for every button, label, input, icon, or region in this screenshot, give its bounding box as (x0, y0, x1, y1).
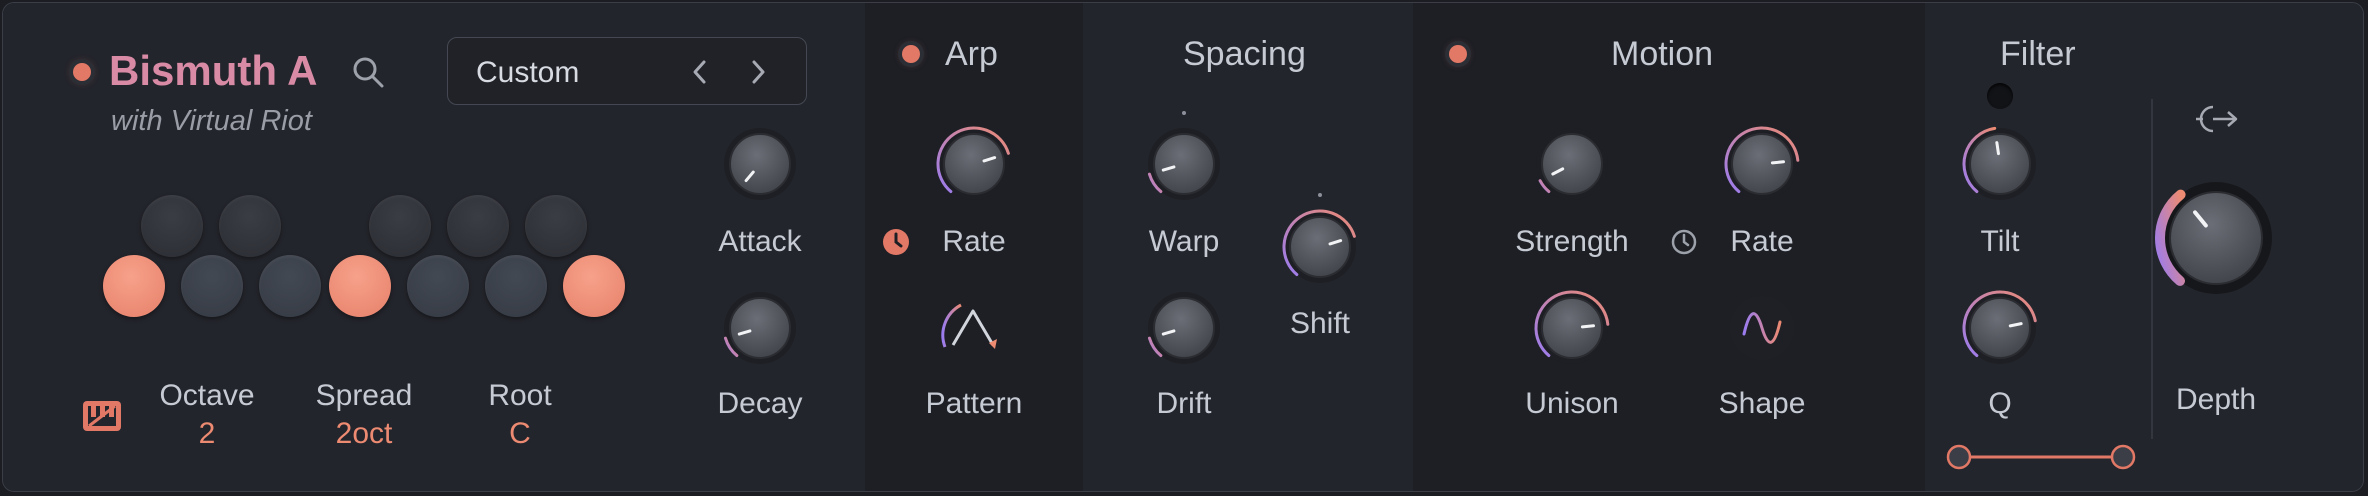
motion-panel: Motion Strength Rate Unison Shape (1413, 3, 1925, 491)
center-tick (1318, 193, 1322, 197)
octave-value[interactable]: 2 (199, 417, 216, 451)
key-dot[interactable] (563, 255, 625, 317)
motion-power-led[interactable] (1449, 45, 1467, 63)
decay-label: Decay (717, 387, 803, 420)
motion-rate-label: Rate (1730, 225, 1794, 258)
strength-knob[interactable] (1532, 124, 1612, 204)
shift-label: Shift (1289, 307, 1351, 340)
q-label: Q (1988, 387, 2012, 420)
key-dot[interactable] (525, 195, 587, 257)
spacing-title: Spacing (1183, 35, 1306, 73)
shift-knob[interactable] (1280, 207, 1360, 287)
key-dot[interactable] (181, 255, 243, 317)
root-label: Root (488, 379, 552, 412)
depth-knob[interactable] (2151, 173, 2281, 303)
key-dot[interactable] (485, 255, 547, 317)
unison-knob[interactable] (1532, 288, 1612, 368)
arp-rate-knob[interactable] (934, 124, 1014, 204)
arp-rate-label: Rate (942, 225, 1006, 258)
arp-title: Arp (945, 35, 998, 73)
clock-icon[interactable] (1669, 227, 1699, 257)
search-icon[interactable] (351, 55, 385, 89)
filter-title: Filter (2000, 35, 2076, 73)
shape-label: Shape (1718, 387, 1806, 420)
key-dot[interactable] (329, 255, 391, 317)
tilt-knob[interactable] (1960, 124, 2040, 204)
key-dot[interactable] (219, 195, 281, 257)
decay-knob[interactable] (720, 288, 800, 368)
unison-label: Unison (1525, 387, 1619, 420)
power-led[interactable] (73, 63, 91, 81)
drift-label: Drift (1156, 387, 1212, 420)
depth-label: Depth (2175, 383, 2257, 416)
motion-title: Motion (1611, 35, 1714, 73)
arp-pattern-label: Pattern (925, 387, 1023, 420)
clock-icon[interactable] (881, 227, 911, 257)
key-dot[interactable] (369, 195, 431, 257)
keyboard-icon[interactable] (81, 399, 123, 433)
key-dot[interactable] (259, 255, 321, 317)
route-arrow-icon[interactable] (2193, 99, 2241, 139)
root-value[interactable]: C (509, 417, 531, 451)
pattern-icon[interactable] (931, 299, 1017, 355)
drift-knob[interactable] (1144, 288, 1224, 368)
key-dot[interactable] (447, 195, 509, 257)
strength-label: Strength (1515, 225, 1629, 258)
octave-label: Octave (159, 379, 255, 412)
attack-label: Attack (718, 225, 802, 258)
filter-mod-jack[interactable] (1987, 83, 2013, 109)
filter-panel: Filter Tilt Q Depth (1925, 3, 2363, 491)
q-knob[interactable] (1960, 288, 2040, 368)
attack-knob[interactable] (720, 124, 800, 204)
warp-knob[interactable] (1144, 124, 1224, 204)
arp-panel: Arp Rate Pattern (865, 3, 1083, 491)
key-dot[interactable] (103, 255, 165, 317)
main-panel: Bismuth A with Virtual Riot Custom Octav… (3, 3, 865, 491)
spread-value[interactable]: 2oct (336, 417, 393, 451)
key-dot[interactable] (407, 255, 469, 317)
chevron-right-icon[interactable] (746, 58, 770, 86)
spacing-panel: Spacing Warp Drift Shift (1083, 3, 1413, 491)
motion-rate-knob[interactable] (1722, 124, 1802, 204)
key-dot[interactable] (141, 195, 203, 257)
center-tick (1182, 111, 1186, 115)
shape-wave-icon[interactable] (1722, 288, 1802, 368)
warp-label: Warp (1148, 225, 1220, 258)
tilt-label: Tilt (1980, 225, 2020, 258)
plugin-window: Bismuth A with Virtual Riot Custom Octav… (2, 2, 2364, 492)
chevron-left-icon[interactable] (688, 58, 712, 86)
spread-label: Spread (315, 379, 413, 412)
filter-range-slider[interactable] (1941, 439, 2141, 475)
arp-power-led[interactable] (902, 45, 920, 63)
preset-selector[interactable]: Custom (447, 37, 807, 105)
instrument-subtitle: with Virtual Riot (111, 105, 312, 137)
instrument-title: Bismuth A (109, 47, 318, 94)
preset-name: Custom (476, 56, 580, 89)
